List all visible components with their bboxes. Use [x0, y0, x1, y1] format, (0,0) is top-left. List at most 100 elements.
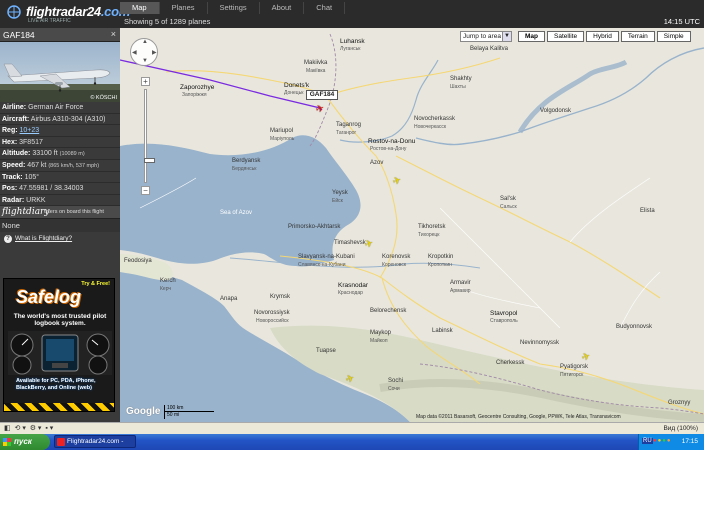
cockpit-instruments-icon: [8, 331, 112, 375]
site-logo[interactable]: flightradar24.com LIVE AIR TRAFFIC: [4, 3, 130, 24]
map-type-satellite[interactable]: Satellite: [547, 31, 585, 42]
map-label-luhansk: Luhansk: [340, 38, 365, 45]
map-label-kropotkin: Kropotkin: [428, 254, 454, 260]
flight-callsign: GAF184: [3, 30, 35, 40]
taskbar-window-button[interactable]: Flightradar24.com - U...: [54, 435, 136, 457]
map-label-berdyansk-sub: Бердянськ: [232, 166, 257, 172]
safelog-advertisement[interactable]: Try & Free! Safelog The world's most tru…: [3, 278, 115, 412]
logo-mark-icon: [7, 5, 21, 19]
registration-link[interactable]: 10+23: [20, 127, 40, 134]
map-label-zaporozhye-sub: Запоріжжя: [182, 92, 207, 98]
map-label-shakhty-sub: Шахты: [450, 84, 466, 90]
close-icon[interactable]: ×: [111, 29, 116, 39]
browser-window-icon: [57, 438, 65, 446]
map-label-makiivka: Makiivka: [304, 60, 328, 66]
info-row-hex: Hex: 3F8517: [0, 137, 120, 149]
start-label: пуск: [14, 437, 32, 446]
map-label-pyatigorsk-sub: Пятигорск: [560, 372, 584, 378]
system-clock: 17:15: [681, 438, 698, 445]
browser-status-bar: ◧ ⟲ ▾ ⚙ ▾ ▪ ▾ Вид (100%): [0, 422, 704, 434]
map-label-volgodonsk: Volgodonsk: [540, 108, 572, 114]
logo-tagline: LIVE AIR TRAFFIC: [28, 18, 71, 24]
map-label-novorossiysk-sub: Новороссийск: [256, 318, 289, 324]
map-attribution: Map data ©2011 Basarsoft, Geocentre Cons…: [416, 414, 621, 420]
pan-left-icon[interactable]: ◀: [132, 49, 137, 56]
flightdiary-logo[interactable]: flightdiary: [2, 207, 49, 217]
map-label-anapa: Anapa: [220, 296, 238, 302]
jump-to-area-select[interactable]: Jump to area ▼: [460, 31, 512, 42]
ad-brand: Safelog: [16, 287, 82, 307]
map-label-armavir: Armavir: [450, 280, 471, 286]
map-label-belorechensk: Belorechensk: [370, 308, 407, 314]
map-label-luhansk-sub: Луганськ: [340, 46, 361, 52]
map-label-taganrog: Taganrog: [336, 122, 362, 128]
tray-icons[interactable]: ●●●●: [653, 438, 672, 444]
language-indicator[interactable]: RU: [642, 438, 653, 444]
map-label-novocherkassk: Novocherkassk: [414, 116, 456, 122]
selected-flight-callout[interactable]: GAF184: [306, 90, 338, 100]
pan-control[interactable]: ▲ ▼ ◀ ▶: [130, 38, 158, 66]
zoom-slider-thumb[interactable]: [144, 158, 155, 163]
planes-count-status: Showing 5 of 1289 planes: [124, 17, 211, 26]
map-scale: 100 km 50 mi: [164, 405, 214, 421]
map-label-korenovsk: Korenovsk: [382, 254, 411, 260]
taskbar-window-label: Flightradar24.com - U...: [67, 438, 124, 457]
map-label-sochi-sub: Сочи: [388, 386, 400, 392]
map-label-slavyansk-sub: Славянск-на-Кубани: [298, 262, 346, 268]
zoom-control: + −: [141, 77, 155, 195]
main-nav: Map Planes Settings About Chat: [120, 2, 346, 14]
help-icon: ?: [4, 235, 12, 244]
map-label-maykop: Maykop: [370, 330, 392, 336]
map-canvas[interactable]: Zaporozhye Запоріжжя Makiivka Макіївка D…: [120, 28, 704, 422]
map-type-hybrid[interactable]: Hybrid: [586, 31, 619, 42]
browser-zoom-level[interactable]: Вид (100%): [663, 425, 698, 432]
what-is-flightdiary[interactable]: ? What is Flightdiary?: [0, 232, 120, 245]
map-type-terrain[interactable]: Terrain: [620, 31, 655, 42]
tab-planes[interactable]: Planes: [160, 2, 208, 14]
tab-map[interactable]: Map: [120, 2, 160, 14]
zoom-slider-track[interactable]: [144, 89, 155, 183]
info-row-radar: Radar: URKK: [0, 195, 120, 207]
map-label-taganrog-sub: Таганрог: [336, 130, 357, 136]
tab-chat[interactable]: Chat: [304, 2, 346, 14]
flightdiary-users: None: [0, 219, 120, 233]
map-label-salsk-sub: Сальск: [500, 204, 517, 210]
map-label-kropotkin-sub: Кропоткин: [428, 262, 452, 268]
pan-right-icon[interactable]: ▶: [152, 49, 157, 56]
chevron-down-icon: ▼: [502, 32, 511, 41]
zoom-out-button[interactable]: −: [141, 186, 150, 195]
tab-about[interactable]: About: [260, 2, 305, 14]
pan-down-icon[interactable]: ▼: [142, 58, 148, 64]
start-button[interactable]: пуск: [0, 434, 50, 450]
jump-to-area-label: Jump to area: [463, 33, 501, 40]
browser-status-icons[interactable]: ◧ ⟲ ▾ ⚙ ▾ ▪ ▾: [4, 424, 53, 432]
map-label-donetsk-sub: Донецьк: [284, 90, 304, 96]
map-label-mariupol: Mariupol: [270, 128, 294, 134]
info-row-track: Track: 105°: [0, 172, 120, 184]
tab-settings[interactable]: Settings: [208, 2, 260, 14]
ad-try-free: Try & Free!: [81, 281, 110, 287]
map-label-cherkessk: Cherkessk: [496, 360, 525, 366]
map-label-makiivka-sub: Макіївка: [306, 68, 326, 74]
map-label-grozny: Groznyy: [668, 400, 691, 406]
ad-footer: Available for PC, PDA, iPhone, BlackBerr…: [16, 378, 96, 391]
top-bar: flightradar24.com LIVE AIR TRAFFIC Map P…: [0, 0, 704, 28]
info-row-airline: Airline: German Air Force: [0, 102, 120, 114]
zoom-in-button[interactable]: +: [141, 77, 150, 86]
map-label-rostov-sub: Ростов-на-Дону: [370, 146, 407, 152]
ad-headline: The world's most trusted pilot logbook s…: [13, 313, 107, 327]
what-is-flightdiary-link[interactable]: What is Flightdiary?: [15, 235, 72, 242]
map-label-primorsko: Primorsko-Akhtarsk: [288, 224, 341, 230]
map-type-map[interactable]: Map: [518, 31, 545, 42]
ad-hazard-stripe: [4, 403, 114, 411]
map-label-stavropol: Stavropol: [490, 310, 518, 317]
google-logo[interactable]: Google: [126, 406, 160, 417]
info-row-reg: Reg: 10+23: [0, 125, 120, 137]
map-label-elista: Elista: [640, 208, 655, 214]
map-type-simple[interactable]: Simple: [656, 31, 691, 42]
map-label-zaporozhye: Zaporozhye: [180, 84, 215, 91]
map-label-yeysk-sub: Ейск: [332, 198, 343, 204]
pan-up-icon[interactable]: ▲: [142, 39, 148, 45]
logo-text: flightradar24: [26, 4, 101, 19]
aircraft-photo: © KÖSCHI: [0, 42, 120, 102]
